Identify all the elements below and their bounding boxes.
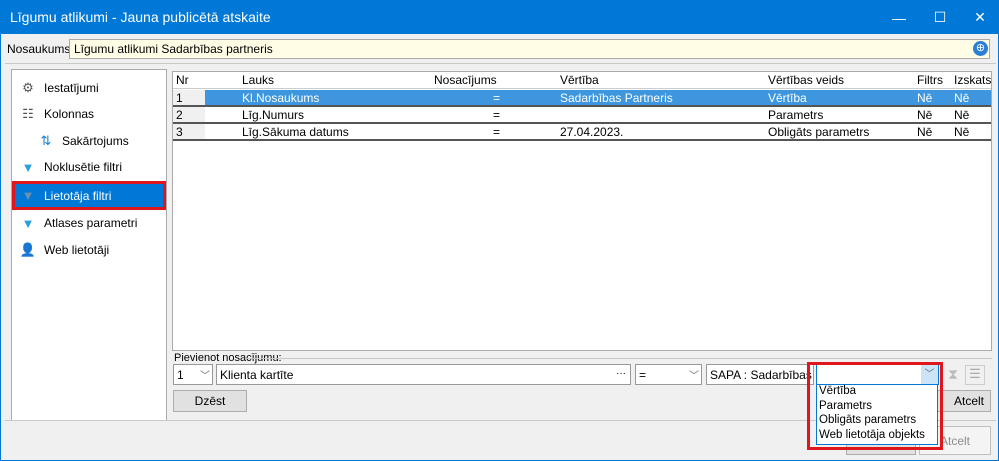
- sidebar-item-sort[interactable]: ⇅ Sakārtojums: [12, 128, 166, 154]
- column-header[interactable]: Nosacījums: [434, 73, 497, 87]
- field-input[interactable]: Klienta kartīte ···: [216, 364, 631, 385]
- table-cell: Nē: [954, 108, 970, 122]
- table-cell: Nē: [917, 108, 933, 122]
- table-cell: Nē: [954, 125, 970, 139]
- user-filter-icon[interactable]: ⧗: [944, 366, 962, 384]
- sidebar-item-label: Noklusētie filtri: [44, 160, 123, 174]
- highlight-box: [807, 362, 943, 450]
- sidebar-item-label: Iestatījumi: [44, 81, 99, 95]
- sidebar-item-label: Lietotāja filtri: [44, 188, 112, 203]
- name-input[interactable]: Līgumu atlikumi Sadarbības partneris: [69, 39, 990, 59]
- settings-icon: ⚙: [22, 80, 34, 95]
- table-cell: Līg.Sākuma datums: [242, 125, 349, 139]
- table-header: Nr Lauks Nosacījums Vērtība Vērtības vei…: [173, 72, 991, 89]
- divider: [5, 63, 996, 64]
- filter-default-icon: ▼: [21, 159, 35, 175]
- filter-icon: ▼: [21, 215, 35, 231]
- column-header[interactable]: Lauks: [242, 73, 274, 87]
- window-title: Līgumu atlikumi - Jauna publicētā atskai…: [10, 9, 271, 25]
- sidebar-item-selection-params[interactable]: ▼ Atlases parametri: [12, 210, 166, 236]
- table-cell: Līg.Numurs: [242, 108, 305, 122]
- sidebar-item-columns[interactable]: ☷ Kolonnas: [12, 101, 166, 127]
- sidebar-item-user-filters[interactable]: ▼ Lietotāja filtri: [12, 181, 166, 210]
- table-cell: =: [493, 91, 501, 105]
- table-row[interactable]: 2 Līg.Numurs = Parametrs Nē Nē: [173, 107, 991, 124]
- minimize-button[interactable]: —: [879, 1, 919, 34]
- sidebar-item-label: Atlases parametri: [44, 216, 138, 230]
- field-value: Klienta kartīte: [220, 368, 294, 382]
- table-cell: Nē: [917, 125, 933, 139]
- table-cell: 1: [173, 90, 205, 105]
- nr-select[interactable]: 1 ﹀: [173, 364, 213, 385]
- add-list-icon[interactable]: ☰: [965, 365, 985, 385]
- sidebar-item-settings[interactable]: ⚙ Iestatījumi: [12, 75, 166, 101]
- table-cell: =: [493, 108, 501, 122]
- operator-value: =: [639, 368, 647, 382]
- column-header[interactable]: Filtrs: [917, 73, 943, 87]
- conditions-table: Nr Lauks Nosacījums Vērtība Vērtības vei…: [172, 71, 992, 351]
- chevron-down-icon: ﹀: [200, 371, 210, 382]
- maximize-button[interactable]: ☐: [920, 1, 960, 34]
- title-bar: Līgumu atlikumi - Jauna publicētā atskai…: [1, 1, 999, 34]
- globe-icon[interactable]: ⊕: [973, 41, 988, 56]
- sidebar-item-default-filters[interactable]: ▼ Noklusētie filtri: [12, 154, 166, 180]
- table-cell: Nē: [954, 91, 970, 105]
- ellipsis-button[interactable]: ···: [616, 368, 626, 379]
- sidebar: ⚙ Iestatījumi ☷ Kolonnas ⇅ Sakārtojums ▼ Nok…: [11, 69, 167, 421]
- table-row[interactable]: 1 Kl.Nosaukums = Sadarbības Partneris Vērtīb…: [173, 90, 991, 107]
- table-row[interactable]: 3 Līg.Sākuma datums = 27.04.2023. Obligāts p…: [173, 124, 991, 141]
- column-header[interactable]: Vērtības veids: [768, 73, 844, 87]
- nr-value: 1: [177, 368, 184, 382]
- sidebar-item-web-users[interactable]: 👤 Web lietotāji: [12, 237, 166, 263]
- divider: [246, 358, 992, 359]
- table-cell: Nē: [917, 91, 933, 105]
- table-cell: Obligāts parametrs: [768, 125, 870, 139]
- sidebar-item-label: Sakārtojums: [62, 134, 129, 148]
- operator-select[interactable]: = ﹀: [635, 364, 702, 385]
- columns-icon: ☷: [22, 106, 34, 121]
- table-cell: 27.04.2023.: [560, 125, 624, 139]
- table-cell: =: [493, 125, 501, 139]
- table-cell: Sadarbības Partneris: [560, 91, 673, 105]
- sidebar-item-label: Web lietotāji: [44, 243, 110, 257]
- sidebar-item-label: Kolonnas: [44, 107, 95, 121]
- close-button[interactable]: ✕: [960, 1, 999, 34]
- name-label: Nosaukums:: [7, 42, 74, 56]
- table-cell: Kl.Nosaukums: [242, 91, 320, 105]
- table-cell: 2: [173, 107, 205, 122]
- value-input[interactable]: SAPA : Sadarbības pa: [706, 364, 814, 385]
- column-header[interactable]: Nr: [176, 73, 189, 87]
- delete-button[interactable]: Dzēst: [173, 390, 247, 412]
- column-header[interactable]: Izskats: [954, 73, 991, 87]
- chevron-down-icon: ﹀: [689, 371, 699, 382]
- table-cell: 3: [173, 124, 205, 139]
- table-cell: Parametrs: [768, 108, 824, 122]
- user-icon: 👤: [19, 242, 37, 257]
- sort-icon: ⇅: [40, 133, 52, 148]
- user-filter-icon: ▼: [21, 188, 35, 203]
- table-cell: Vērtība: [768, 91, 807, 105]
- column-header[interactable]: Vērtība: [560, 73, 599, 87]
